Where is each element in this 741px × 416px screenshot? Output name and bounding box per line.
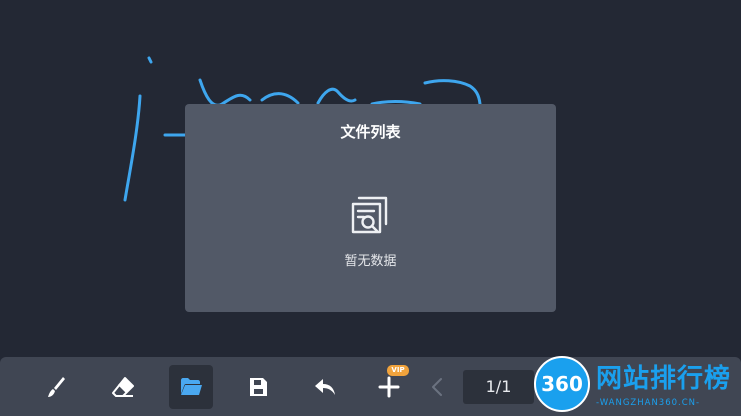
watermark-logo: 360 [534, 356, 590, 412]
open-file-button[interactable] [169, 365, 213, 409]
watermark-title: 网站排行榜 [596, 364, 732, 394]
empty-state-text: 暂无数据 [344, 254, 397, 269]
save-icon [250, 378, 267, 396]
prev-page-button[interactable] [415, 365, 459, 409]
ink-stroke [147, 56, 153, 64]
folder-open-icon [181, 378, 202, 395]
watermark-subtitle: -WANGZHAN360.CN- [596, 398, 701, 408]
ink-stroke [260, 92, 300, 105]
ink-stroke [423, 79, 482, 106]
ink-stroke [198, 78, 252, 107]
save-button[interactable] [236, 365, 280, 409]
page-indicator: 1/1 [463, 370, 534, 404]
undo-button[interactable] [303, 365, 347, 409]
site-watermark: 360 网站排行榜 -WANGZHAN360.CN- [528, 352, 741, 416]
eraser-icon [112, 377, 134, 397]
chevron-left-icon [432, 378, 442, 396]
undo-icon [315, 379, 335, 395]
plus-icon [378, 376, 400, 398]
brush-button[interactable] [35, 365, 79, 409]
vip-badge: VIP [387, 365, 409, 376]
dialog-title: 文件列表 [340, 123, 401, 141]
ink-stroke [316, 87, 357, 105]
file-list-dialog: 文件列表 暂无数据 [185, 104, 556, 312]
brush-icon [48, 377, 65, 397]
eraser-button[interactable] [101, 365, 145, 409]
ink-stroke [123, 94, 142, 202]
document-search-icon [351, 196, 388, 234]
